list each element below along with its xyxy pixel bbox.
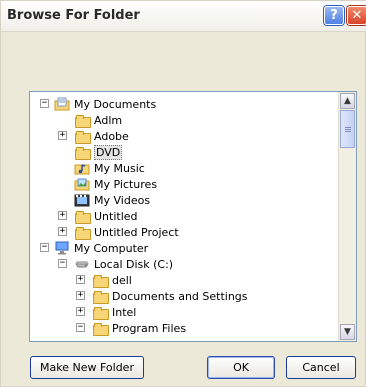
tree-item-label: Documents and Settings bbox=[112, 289, 248, 303]
tree-item-program-files[interactable]: − Program Files bbox=[76, 320, 186, 336]
collapse-toggle[interactable]: − bbox=[76, 323, 85, 332]
folder-icon bbox=[92, 305, 109, 320]
tree-item-label: My Pictures bbox=[94, 177, 158, 191]
collapse-toggle[interactable]: − bbox=[58, 259, 67, 268]
make-new-folder-button[interactable]: Make New Folder bbox=[30, 356, 144, 379]
expand-toggle[interactable]: + bbox=[76, 307, 85, 316]
tree-item-my-music[interactable]: My Music bbox=[74, 160, 145, 176]
scroll-thumb[interactable] bbox=[340, 110, 355, 148]
tree-item-label: dell bbox=[112, 273, 132, 287]
ok-label: OK bbox=[233, 361, 249, 374]
folder-icon bbox=[92, 321, 109, 336]
music-folder-icon bbox=[74, 161, 90, 175]
tree-item-label: My Computer bbox=[74, 241, 149, 255]
expand-toggle[interactable]: + bbox=[58, 211, 67, 220]
tree-item-my-documents[interactable]: − My Documents bbox=[40, 96, 156, 112]
expand-toggle[interactable]: + bbox=[58, 131, 67, 140]
tree-item-dvd[interactable]: DVD bbox=[74, 144, 123, 160]
my-documents-icon bbox=[54, 97, 70, 111]
tree-item-adobe[interactable]: + Adobe bbox=[58, 128, 129, 144]
collapse-toggle[interactable]: − bbox=[40, 99, 49, 108]
tree-item-dell[interactable]: + dell bbox=[76, 272, 132, 288]
scroll-up-button[interactable]: ▲ bbox=[340, 93, 355, 109]
tree-item-my-videos[interactable]: My Videos bbox=[74, 192, 150, 208]
tree-item-label: Local Disk (C:) bbox=[94, 257, 174, 271]
expand-toggle[interactable]: + bbox=[76, 275, 85, 284]
videos-folder-icon bbox=[74, 193, 90, 207]
thumb-grip bbox=[345, 127, 351, 128]
help-button[interactable]: ? bbox=[324, 6, 344, 25]
drive-icon bbox=[74, 257, 90, 271]
tree-item-my-computer[interactable]: − My Computer bbox=[40, 240, 148, 256]
thumb-grip bbox=[345, 129, 351, 130]
scroll-down-button[interactable]: ▼ bbox=[340, 324, 355, 340]
tree-item-my-pictures[interactable]: My Pictures bbox=[74, 176, 157, 192]
make-new-folder-label: Make New Folder bbox=[40, 361, 134, 374]
folder-icon bbox=[74, 145, 91, 160]
ok-button[interactable]: OK bbox=[207, 356, 275, 379]
vertical-scrollbar[interactable]: ▲ ▼ bbox=[338, 92, 356, 341]
folder-icon bbox=[74, 113, 91, 128]
folder-icon bbox=[74, 129, 91, 144]
tree-item-untitled[interactable]: + Untitled bbox=[58, 208, 138, 224]
tree-item-intel[interactable]: + Intel bbox=[76, 304, 136, 320]
close-button[interactable]: ✕ bbox=[347, 6, 366, 25]
tree-item-label: Untitled bbox=[94, 209, 138, 223]
tree-item-label: My Videos bbox=[94, 193, 151, 207]
tree-item-label-selected: DVD bbox=[94, 144, 123, 160]
folder-icon bbox=[92, 289, 109, 304]
computer-icon bbox=[54, 241, 70, 255]
tree-item-label: Intel bbox=[112, 305, 137, 319]
cancel-label: Cancel bbox=[302, 361, 340, 374]
thumb-grip bbox=[345, 131, 351, 132]
pictures-folder-icon bbox=[74, 177, 90, 191]
tree-item-documents-and-settings[interactable]: + Documents and Settings bbox=[76, 288, 248, 304]
expand-toggle[interactable]: + bbox=[58, 227, 67, 236]
cancel-button[interactable]: Cancel bbox=[286, 356, 356, 379]
instruction-area bbox=[9, 39, 359, 83]
tree-item-local-disk-c[interactable]: − Local Disk (C:) bbox=[58, 256, 173, 272]
tree-item-untitled-project[interactable]: + Untitled Project bbox=[58, 224, 179, 240]
title-bar[interactable]: Browse For Folder ? ✕ bbox=[1, 1, 366, 32]
folder-icon bbox=[92, 273, 109, 288]
tree-item-adlm[interactable]: Adlm bbox=[74, 112, 122, 128]
dialog-title: Browse For Folder bbox=[7, 8, 140, 23]
folder-icon bbox=[74, 209, 91, 224]
tree-item-label: My Music bbox=[94, 161, 145, 175]
collapse-toggle[interactable]: − bbox=[40, 243, 49, 252]
browse-for-folder-dialog: Browse For Folder ? ✕ − My Documents Adl… bbox=[0, 0, 366, 387]
folder-tree[interactable]: − My Documents Adlm + Adobe DVD My Music… bbox=[29, 91, 357, 342]
tree-item-label: Untitled Project bbox=[94, 225, 179, 239]
expand-toggle[interactable]: + bbox=[76, 291, 85, 300]
tree-item-label: My Documents bbox=[74, 97, 157, 111]
tree-item-label: Program Files bbox=[112, 321, 187, 335]
folder-icon bbox=[74, 225, 91, 240]
tree-item-label: Adobe bbox=[94, 129, 129, 143]
tree-item-label: Adlm bbox=[94, 113, 123, 127]
